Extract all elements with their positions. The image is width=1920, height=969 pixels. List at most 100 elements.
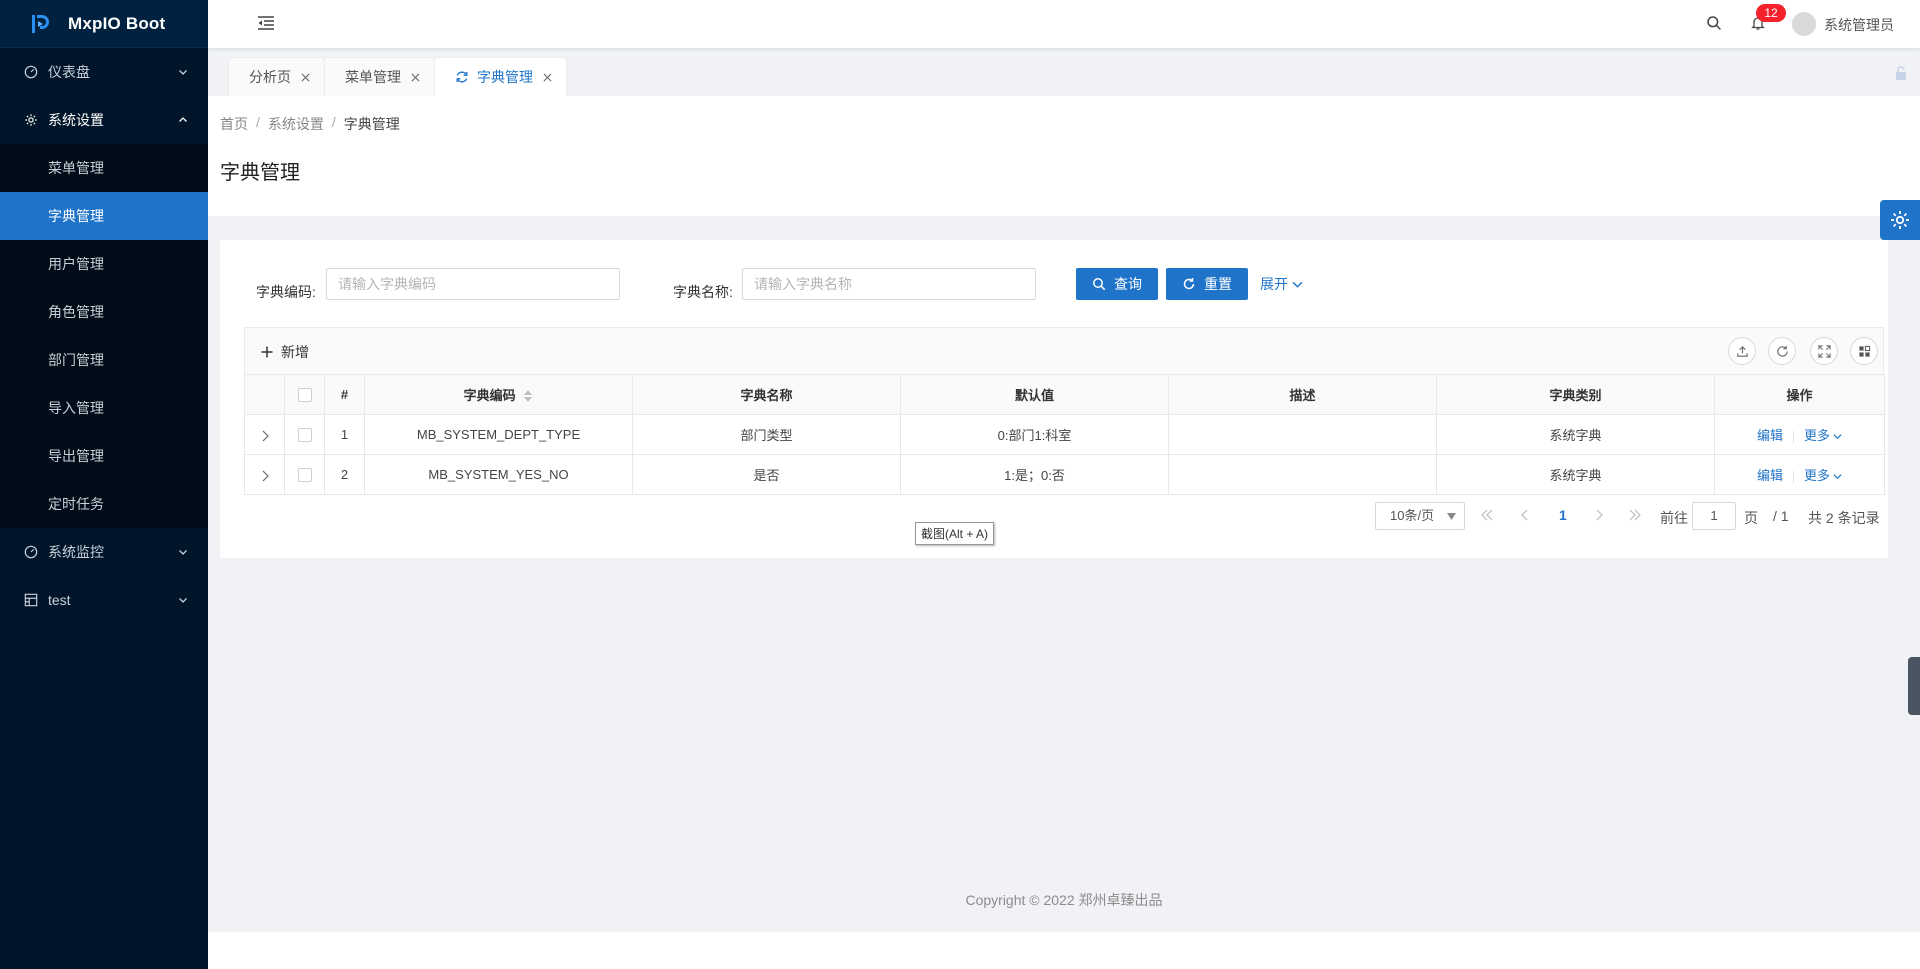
side-handle[interactable] bbox=[1908, 657, 1920, 715]
sidebar-item-users[interactable]: 用户管理 bbox=[0, 240, 208, 288]
app-title: MxpIO Boot bbox=[68, 13, 166, 33]
row-expand-cell[interactable] bbox=[244, 454, 285, 495]
logo-icon bbox=[32, 14, 49, 33]
menu-system-settings-label: 系统设置 bbox=[48, 112, 104, 128]
next-page-icon[interactable] bbox=[1592, 508, 1606, 522]
edit-link[interactable]: 编辑 bbox=[1757, 428, 1783, 443]
tab-dictionary-management[interactable]: 字典管理 bbox=[434, 57, 567, 96]
row-code: MB_SYSTEM_YES_NO bbox=[364, 454, 633, 495]
sidebar-item-export[interactable]: 导出管理 bbox=[0, 432, 208, 480]
submenu-system-settings: 菜单管理 字典管理 用户管理 角色管理 部门管理 导入管理 导出管理 定时任务 bbox=[0, 144, 208, 528]
avatar[interactable] bbox=[1792, 12, 1816, 36]
tab-label: 菜单管理 bbox=[345, 69, 401, 85]
sidebar-item-menu[interactable]: 菜单管理 bbox=[0, 144, 208, 192]
chevron-right-icon[interactable] bbox=[260, 470, 270, 482]
dict-name-label: 字典名称: bbox=[673, 284, 733, 300]
reload-icon bbox=[1183, 278, 1195, 290]
username[interactable]: 系统管理员 bbox=[1824, 15, 1894, 35]
row-checkbox[interactable] bbox=[297, 428, 312, 443]
expand-column-header bbox=[244, 374, 285, 415]
sidebar-item-scheduled-tasks[interactable]: 定时任务 bbox=[0, 480, 208, 528]
tab-label: 分析页 bbox=[249, 69, 291, 85]
sidebar: MxpIO Boot 仪表盘 系统设置 菜单管理 字典管理 用户管理 角色管理 … bbox=[0, 0, 208, 969]
chevron-down-icon bbox=[179, 550, 187, 555]
table-row: 2 MB_SYSTEM_YES_NO 是否 1:是；0:否 系统字典 编辑 更多 bbox=[244, 454, 1885, 495]
close-icon[interactable] bbox=[411, 73, 420, 82]
content-card: 字典编码: 字典名称: 查询 重置 展开 新增 bbox=[220, 240, 1888, 558]
tab-menu-management[interactable]: 菜单管理 bbox=[324, 57, 435, 96]
row-name: 是否 bbox=[632, 454, 901, 495]
menu-system-settings[interactable]: 系统设置 bbox=[0, 96, 208, 144]
close-icon[interactable] bbox=[543, 73, 552, 82]
dict-code-label: 字典编码: bbox=[256, 284, 316, 300]
more-dropdown[interactable]: 更多 bbox=[1804, 468, 1842, 483]
breadcrumb-home[interactable]: 首页 bbox=[220, 114, 248, 134]
menu-test[interactable]: test bbox=[0, 576, 208, 624]
column-header-label: 字典编码 bbox=[463, 387, 516, 403]
edit-link[interactable]: 编辑 bbox=[1757, 468, 1783, 483]
bottom-bar bbox=[208, 932, 1920, 969]
add-button[interactable]: 新增 bbox=[261, 342, 309, 362]
chevron-right-icon[interactable] bbox=[260, 430, 270, 442]
last-page-icon[interactable] bbox=[1628, 508, 1642, 522]
page-header: 首页 / 系统设置 / 字典管理 字典管理 bbox=[208, 96, 1920, 216]
menu-dashboard[interactable]: 仪表盘 bbox=[0, 48, 208, 96]
menu-dashboard-label: 仪表盘 bbox=[48, 64, 90, 80]
add-button-label: 新增 bbox=[281, 344, 309, 360]
gear-icon bbox=[25, 114, 37, 126]
fullscreen-icon bbox=[1817, 344, 1831, 358]
menu-test-label: test bbox=[48, 592, 71, 608]
breadcrumb: 首页 / 系统设置 / 字典管理 bbox=[220, 114, 400, 134]
export-tool-button[interactable] bbox=[1728, 337, 1756, 365]
prev-page-icon[interactable] bbox=[1518, 508, 1532, 522]
column-header-actions: 操作 bbox=[1714, 374, 1885, 415]
close-icon[interactable] bbox=[301, 73, 310, 82]
first-page-icon[interactable] bbox=[1480, 508, 1494, 522]
reset-button[interactable]: 重置 bbox=[1166, 268, 1248, 300]
fullscreen-tool-button[interactable] bbox=[1810, 337, 1838, 365]
page-size-select[interactable]: 10条/页 bbox=[1375, 502, 1465, 530]
row-description bbox=[1168, 414, 1437, 455]
column-header-category: 字典类别 bbox=[1436, 374, 1715, 415]
row-code: MB_SYSTEM_DEPT_TYPE bbox=[364, 414, 633, 455]
chevron-down-icon bbox=[179, 598, 187, 603]
row-name: 部门类型 bbox=[632, 414, 901, 455]
goto-suffix: 页 bbox=[1744, 510, 1758, 526]
column-header-code[interactable]: 字典编码 bbox=[364, 374, 633, 415]
row-expand-cell[interactable] bbox=[244, 414, 285, 455]
settings-drawer-button[interactable] bbox=[1880, 200, 1920, 240]
query-button[interactable]: 查询 bbox=[1076, 268, 1158, 300]
divider bbox=[1793, 430, 1794, 443]
logo[interactable]: MxpIO Boot bbox=[0, 0, 208, 48]
dashboard-icon bbox=[24, 545, 38, 559]
chevron-down-icon bbox=[179, 70, 187, 75]
page-size-value: 10条/页 bbox=[1390, 508, 1435, 523]
refresh-tool-button[interactable] bbox=[1768, 337, 1796, 365]
row-index: 2 bbox=[324, 454, 365, 495]
current-page[interactable]: 1 bbox=[1559, 507, 1567, 523]
sidebar-item-dictionary[interactable]: 字典管理 bbox=[0, 192, 208, 240]
row-checkbox[interactable] bbox=[297, 468, 312, 483]
dict-name-input[interactable] bbox=[742, 268, 1036, 300]
column-setting-tool-button[interactable] bbox=[1850, 337, 1878, 365]
lock-icon[interactable] bbox=[1893, 65, 1909, 81]
row-category: 系统字典 bbox=[1436, 414, 1715, 455]
dict-code-input[interactable] bbox=[326, 268, 620, 300]
reload-icon[interactable] bbox=[455, 70, 469, 84]
select-all-checkbox[interactable] bbox=[297, 388, 312, 403]
tabs-bar: 分析页 菜单管理 字典管理 bbox=[208, 48, 1920, 96]
sort-icon[interactable] bbox=[523, 388, 533, 404]
expand-toggle[interactable]: 展开 bbox=[1260, 274, 1303, 294]
breadcrumb-system-settings[interactable]: 系统设置 bbox=[268, 114, 324, 134]
sidebar-item-departments[interactable]: 部门管理 bbox=[0, 336, 208, 384]
page-title: 字典管理 bbox=[220, 162, 300, 184]
menu-fold-icon[interactable] bbox=[256, 13, 276, 33]
goto-page-input[interactable]: 1 bbox=[1692, 502, 1736, 530]
search-icon[interactable] bbox=[1706, 15, 1722, 31]
sidebar-item-roles[interactable]: 角色管理 bbox=[0, 288, 208, 336]
tab-analysis[interactable]: 分析页 bbox=[228, 57, 325, 96]
sidebar-item-import[interactable]: 导入管理 bbox=[0, 384, 208, 432]
column-header-name: 字典名称 bbox=[632, 374, 901, 415]
menu-system-monitor[interactable]: 系统监控 bbox=[0, 528, 208, 576]
more-dropdown[interactable]: 更多 bbox=[1804, 428, 1842, 443]
